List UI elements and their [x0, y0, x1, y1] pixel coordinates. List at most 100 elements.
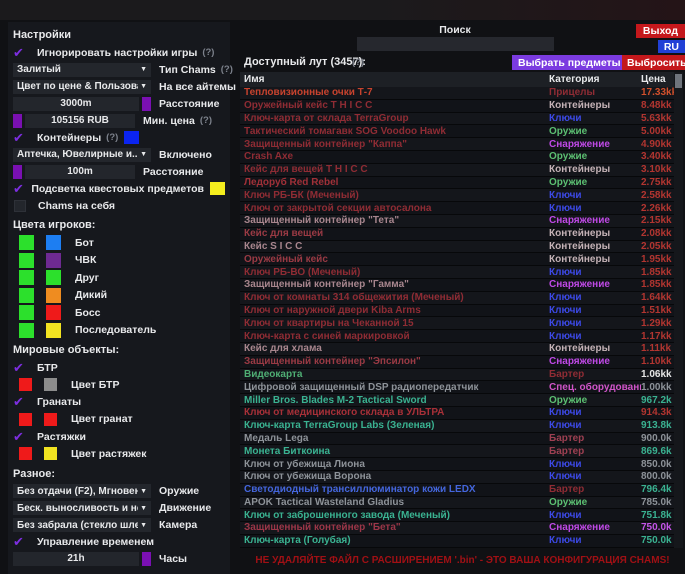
table-row[interactable]: Кейс S I C CКонтейнеры2.05kk: [240, 241, 674, 254]
hours-input[interactable]: 21h: [13, 552, 139, 566]
color-label: Цвет БТР: [71, 379, 119, 391]
containers-distance-color-swatch[interactable]: [13, 165, 22, 179]
btr-color-swatch-1[interactable]: [19, 378, 32, 391]
player-color-swatch-2[interactable]: [46, 323, 61, 338]
table-row[interactable]: Ключ-карта от склада TerraGroupКлючи5.63…: [240, 113, 674, 126]
distance-color-swatch[interactable]: [142, 97, 151, 111]
table-scrollbar[interactable]: [674, 72, 683, 548]
player-color-swatch-1[interactable]: [19, 323, 34, 338]
search-input[interactable]: [357, 37, 554, 51]
scrollbar-thumb[interactable]: [675, 74, 682, 88]
player-color-swatch-2[interactable]: [46, 270, 61, 285]
quest-items-color-swatch[interactable]: [210, 182, 225, 195]
table-row[interactable]: Ключ РБ-БК (Меченый)Ключи2.58kk: [240, 189, 674, 202]
table-row[interactable]: Ключ от заброшенного завода (Меченый)Клю…: [240, 509, 674, 522]
checkbox-containers[interactable]: ✔ Контейнеры (?): [13, 129, 225, 146]
checkbox-grenades[interactable]: ✔ Гранаты: [13, 394, 225, 411]
table-row[interactable]: Ключ от закрытой секции автосалонаКлючи2…: [240, 202, 674, 215]
checkbox-quest-items[interactable]: ✔ Подсветка квестовых предметов: [13, 180, 225, 197]
table-row[interactable]: Crash AxeОружие3.40kk: [240, 151, 674, 164]
table-row[interactable]: Miller Bros. Blades M-2 Tactical SwordОр…: [240, 394, 674, 407]
table-row[interactable]: Защищенный контейнер "Гамма"Снаряжение1.…: [240, 279, 674, 292]
grenades-color-swatch-1[interactable]: [19, 413, 32, 426]
table-row[interactable]: Ключ от квартиры на Чеканной 15Ключи1.29…: [240, 317, 674, 330]
drop-all-button[interactable]: Выбросить все: [622, 55, 685, 70]
min-price-input[interactable]: 105156 RUB: [25, 114, 135, 128]
table-row[interactable]: ВидеокартаБартер1.06kk: [240, 369, 674, 382]
category-filter-dropdown[interactable]: Аптечка, Ювелирные и... ▼: [13, 148, 151, 162]
player-color-swatch-1[interactable]: [19, 253, 34, 268]
table-row[interactable]: Цифровой защищенный DSP радиопередатчикС…: [240, 381, 674, 394]
checkbox-time-control[interactable]: ✔ Управление временем: [13, 534, 225, 551]
table-row[interactable]: Монета БиткоинаБартер869.6k: [240, 445, 674, 458]
column-header-price[interactable]: Цена: [641, 74, 674, 85]
help-hint[interactable]: (?): [200, 115, 212, 126]
checkbox-chams-self[interactable]: Chams на себя: [13, 197, 225, 214]
table-row[interactable]: Кейс для хламаКонтейнеры1.11kk: [240, 343, 674, 356]
help-hint[interactable]: (?): [106, 132, 118, 143]
table-row[interactable]: Защищенный контейнер "Бета"Снаряжение750…: [240, 522, 674, 535]
table-row[interactable]: Тепловизионные очки Т-7Прицелы17.33kk: [240, 87, 674, 100]
table-row[interactable]: Защищенный контейнер "Эпсилон"Снаряжение…: [240, 356, 674, 369]
player-color-swatch-2[interactable]: [46, 305, 61, 320]
row-movement: Беск. выносливость и нет уста ▼ Движение: [13, 500, 225, 517]
movement-dropdown[interactable]: Беск. выносливость и нет уста ▼: [13, 501, 151, 515]
table-row[interactable]: Ключ РБ-ВО (Меченый)Ключи1.85kk: [240, 266, 674, 279]
language-button[interactable]: RU: [658, 40, 685, 53]
checkbox-ignore-game-settings[interactable]: ✔ Игнорировать настройки игры (?): [13, 44, 225, 61]
player-color-swatch-1[interactable]: [19, 288, 34, 303]
tripwires-color-swatch-2[interactable]: [44, 447, 57, 460]
loot-price-cell: 914.3k: [641, 407, 674, 418]
player-color-row: ЧВК: [13, 252, 225, 270]
table-row[interactable]: Защищенный контейнер "Каппа"Снаряжение4.…: [240, 138, 674, 151]
table-row[interactable]: Оружейный кейсКонтейнеры1.95kk: [240, 253, 674, 266]
chevron-down-icon: ▼: [140, 522, 147, 529]
apply-mode-dropdown[interactable]: Цвет по цене & Пользователь ▼: [13, 80, 151, 94]
help-hint[interactable]: (?): [352, 57, 364, 68]
camera-dropdown[interactable]: Без забрала (стекло шлема) ▼: [13, 518, 151, 532]
player-color-swatch-2[interactable]: [46, 253, 61, 268]
table-row[interactable]: Оружейный кейс T H I C CКонтейнеры8.48kk: [240, 100, 674, 113]
exit-button[interactable]: Выход: [636, 24, 685, 38]
containers-distance-input[interactable]: 100m: [25, 165, 135, 179]
table-row[interactable]: Ключ от медицинского склада в УЛЬТРАКлюч…: [240, 407, 674, 420]
checkbox-btr[interactable]: ✔ БТР: [13, 359, 225, 376]
help-hint[interactable]: (?): [221, 64, 233, 75]
containers-color-swatch[interactable]: [124, 131, 139, 144]
column-header-name[interactable]: Имя: [240, 74, 549, 85]
table-row[interactable]: Медаль LegaБартер900.0k: [240, 433, 674, 446]
table-row[interactable]: Ключ от убежища ЛионаКлючи850.0k: [240, 458, 674, 471]
player-color-swatch-2[interactable]: [46, 235, 61, 250]
table-row[interactable]: Ледоруб Red RebelОружие2.75kk: [240, 177, 674, 190]
table-row[interactable]: Ключ от комнаты 314 общежития (Меченый)К…: [240, 292, 674, 305]
table-row[interactable]: APOK Tactical Wasteland GladiusОружие785…: [240, 497, 674, 510]
field-label: Движение: [159, 502, 211, 514]
table-row[interactable]: Кейс для вещейКонтейнеры2.08kk: [240, 228, 674, 241]
field-label: Камера: [159, 519, 197, 531]
weapon-dropdown[interactable]: Без отдачи (F2), Мгновенное п ▼: [13, 484, 151, 498]
chams-type-dropdown[interactable]: Залитый ▼: [13, 63, 151, 77]
hours-color-swatch[interactable]: [142, 552, 151, 566]
table-row[interactable]: Тактический томагавк SOG Voodoo HawkОруж…: [240, 125, 674, 138]
table-row[interactable]: Защищенный контейнер "Тета"Снаряжение2.1…: [240, 215, 674, 228]
loot-name-cell: Защищенный контейнер "Бета": [240, 522, 549, 533]
table-row[interactable]: Кейс для вещей T H I C CКонтейнеры3.10kk: [240, 164, 674, 177]
grenades-color-swatch-2[interactable]: [44, 413, 57, 426]
help-hint[interactable]: (?): [202, 47, 214, 58]
table-row[interactable]: Ключ-карта TerraGroup Labs (Зеленая)Ключ…: [240, 420, 674, 433]
column-header-category[interactable]: Категория: [549, 74, 641, 85]
player-color-swatch-2[interactable]: [46, 288, 61, 303]
table-row[interactable]: Ключ от наружной двери Kiba ArmsКлючи1.5…: [240, 305, 674, 318]
checkbox-tripwires[interactable]: ✔ Растяжки: [13, 428, 225, 445]
btr-color-swatch-2[interactable]: [44, 378, 57, 391]
player-color-swatch-1[interactable]: [19, 270, 34, 285]
table-row[interactable]: Ключ от убежища ВоронаКлючи800.0k: [240, 471, 674, 484]
player-color-swatch-1[interactable]: [19, 305, 34, 320]
distance-input[interactable]: 3000m: [13, 97, 139, 111]
min-price-color-swatch[interactable]: [13, 114, 22, 128]
table-row[interactable]: Ключ-карта с синей маркировкойКлючи1.17k…: [240, 330, 674, 343]
table-row[interactable]: Ключ-карта (Голубая)Ключи750.0k: [240, 535, 674, 548]
table-row[interactable]: Светодиодный трансиллюминатор кожи LEDXБ…: [240, 484, 674, 497]
player-color-swatch-1[interactable]: [19, 235, 34, 250]
tripwires-color-swatch-1[interactable]: [19, 447, 32, 460]
